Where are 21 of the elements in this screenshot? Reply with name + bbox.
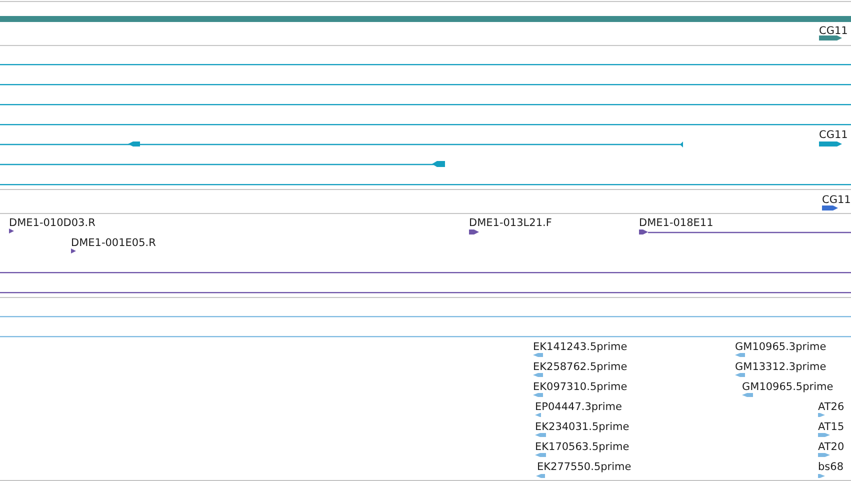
feature-label: EK277550.5prime xyxy=(537,461,632,473)
feature-label: EK097310.5prime xyxy=(533,381,628,393)
feature-label: EP04447.3prime xyxy=(535,401,622,413)
feature-label: GM10965.5prime xyxy=(742,381,834,393)
feature-label: EK258762.5prime xyxy=(533,361,628,373)
feature-label: AT15 xyxy=(818,421,844,433)
feature-label: CG11 xyxy=(822,194,851,206)
feature-label: bs68 xyxy=(818,461,844,473)
feature-label: DME1-018E11 xyxy=(639,217,714,229)
feature-label: GM13312.3prime xyxy=(735,361,826,373)
feature-label: DME1-001E05.R xyxy=(71,237,156,249)
feature-label: DME1-010D03.R xyxy=(9,217,96,229)
feature-label: AT20 xyxy=(818,441,844,453)
feature-label: CG11 xyxy=(819,25,848,37)
feature-label: CG11 xyxy=(819,129,848,141)
feature-label: EK234031.5prime xyxy=(535,421,630,433)
feature-label: EK170563.5prime xyxy=(535,441,630,453)
feature-label: AT26 xyxy=(818,401,844,413)
feature-label: GM10965.3prime xyxy=(735,341,826,353)
feature-label: EK141243.5prime xyxy=(533,341,628,353)
feature-label: DME1-013L21.F xyxy=(469,217,552,229)
